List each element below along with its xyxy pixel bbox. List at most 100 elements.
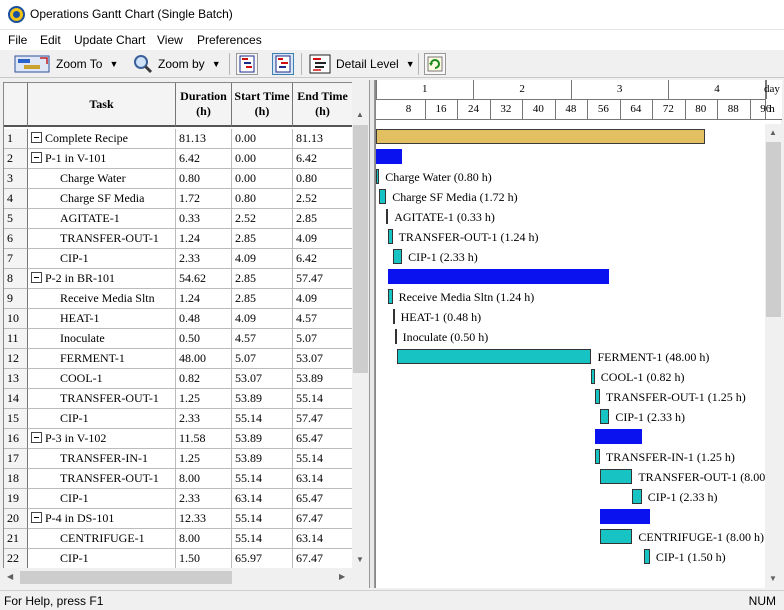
scroll-up-arrow-icon[interactable]: ▲ <box>769 128 777 137</box>
table-row[interactable]: 19 CIP-1 2.33 63.14 65.47 <box>4 489 352 509</box>
operation-bar[interactable] <box>392 249 403 264</box>
operation-bar[interactable] <box>394 329 397 344</box>
table-row[interactable]: 11 Inoculate 0.50 4.57 5.07 <box>4 329 352 349</box>
operation-bar[interactable] <box>386 209 389 224</box>
operation-bar[interactable] <box>387 289 393 304</box>
table-row[interactable]: 20 P-4 in DS-101 12.33 55.14 67.47 <box>4 509 352 529</box>
procedure-bar[interactable] <box>599 509 650 524</box>
cell-text: 54.62 <box>179 271 206 285</box>
cell-text: 65.47 <box>296 491 323 505</box>
operation-bar[interactable] <box>591 369 595 384</box>
row-number-cell: 22 <box>4 549 28 568</box>
detail-level-button[interactable]: Detail Level ▼ <box>309 53 415 75</box>
table-row[interactable]: 22 CIP-1 1.50 65.97 67.47 <box>4 549 352 568</box>
scroll-thumb[interactable] <box>353 125 368 373</box>
collapse-icon[interactable] <box>31 272 42 283</box>
table-row[interactable]: 6 TRANSFER-OUT-1 1.24 2.85 4.09 <box>4 229 352 249</box>
zoom-by-button[interactable]: Zoom by ▼ <box>133 53 221 75</box>
cell-text: 55.14 <box>296 391 323 405</box>
operation-bar[interactable] <box>594 449 600 464</box>
grid-vertical-scrollbar[interactable]: ▲ ▼ <box>352 82 369 568</box>
table-row[interactable]: 3 Charge Water 0.80 0.00 0.80 <box>4 169 352 189</box>
procedure-bar[interactable] <box>376 149 403 164</box>
operation-bar[interactable] <box>594 389 600 404</box>
operation-bar[interactable] <box>643 549 650 564</box>
dur-cell: 1.24 <box>176 229 232 249</box>
scroll-down-arrow-icon[interactable]: ▼ <box>769 574 777 583</box>
menu-view[interactable]: View <box>157 33 183 47</box>
end-cell: 2.85 <box>293 209 352 229</box>
collapse-icon[interactable] <box>31 512 42 523</box>
dur-cell: 0.80 <box>176 169 232 189</box>
procedure-bar[interactable] <box>387 269 610 284</box>
operation-bar[interactable] <box>632 489 642 504</box>
column-header-end[interactable]: End Time (h) <box>293 83 352 127</box>
scroll-left-arrow-icon[interactable]: ◀ <box>7 572 13 581</box>
table-row[interactable]: 7 CIP-1 2.33 4.09 6.42 <box>4 249 352 269</box>
operation-bar[interactable] <box>599 409 610 424</box>
start-cell: 4.09 <box>232 249 293 269</box>
table-row[interactable]: 14 TRANSFER-OUT-1 1.25 53.89 55.14 <box>4 389 352 409</box>
day-gridline <box>473 80 475 99</box>
end-cell: 53.89 <box>293 369 352 389</box>
recipe-bar[interactable] <box>376 129 706 144</box>
table-row[interactable]: 4 Charge SF Media 1.72 0.80 2.52 <box>4 189 352 209</box>
scroll-thumb[interactable] <box>20 571 232 584</box>
operation-bar[interactable] <box>396 349 592 364</box>
table-row[interactable]: 5 AGITATE-1 0.33 2.52 2.85 <box>4 209 352 229</box>
cell-text: 0.33 <box>179 211 200 225</box>
operation-bar[interactable] <box>392 309 395 324</box>
cell-text: 4.09 <box>235 251 256 265</box>
scroll-up-arrow-icon[interactable]: ▲ <box>356 110 364 119</box>
table-row[interactable]: 10 HEAT-1 0.48 4.09 4.57 <box>4 309 352 329</box>
toolbar-separator <box>229 53 230 75</box>
table-row[interactable]: 13 COOL-1 0.82 53.07 53.89 <box>4 369 352 389</box>
scroll-right-arrow-icon[interactable]: ▶ <box>339 572 345 581</box>
table-row[interactable]: 21 CENTRIFUGE-1 8.00 55.14 63.14 <box>4 529 352 549</box>
table-row[interactable]: 15 CIP-1 2.33 55.14 57.47 <box>4 409 352 429</box>
table-row[interactable]: 1 Complete Recipe 81.13 0.00 81.13 <box>4 129 352 149</box>
scroll-thumb[interactable] <box>766 142 781 317</box>
column-header-start[interactable]: Start Time (h) <box>232 83 293 127</box>
collapse-icon[interactable] <box>31 432 42 443</box>
day-label: 1 <box>421 83 428 95</box>
collapse-icon[interactable] <box>31 132 42 143</box>
gantt-vertical-scrollbar[interactable]: ▲ ▼ <box>765 124 782 588</box>
table-row[interactable]: 2 P-1 in V-101 6.42 0.00 6.42 <box>4 149 352 169</box>
collapse-icon[interactable] <box>31 152 42 163</box>
hour-tick-label: 72 <box>662 103 674 115</box>
column-header-duration[interactable]: Duration (h) <box>176 83 232 127</box>
zoom-to-button[interactable]: Zoom To ▼ <box>14 53 118 75</box>
scroll-down-arrow-icon[interactable]: ▼ <box>356 555 364 564</box>
end-cell: 4.57 <box>293 309 352 329</box>
procedure-bar[interactable] <box>594 429 642 444</box>
operation-bar[interactable] <box>387 229 393 244</box>
table-row[interactable]: 9 Receive Media Sltn 1.24 2.85 4.09 <box>4 289 352 309</box>
cell-text: 21 <box>7 531 19 545</box>
menu-preferences[interactable]: Preferences <box>197 33 262 47</box>
table-row[interactable]: 18 TRANSFER-OUT-1 8.00 55.14 63.14 <box>4 469 352 489</box>
cell-text: 81.13 <box>179 131 206 145</box>
gantt-detail-button[interactable] <box>272 53 294 75</box>
operation-bar[interactable] <box>379 189 387 204</box>
chevron-down-icon: ▼ <box>211 59 221 69</box>
refresh-button[interactable] <box>424 53 446 75</box>
menu-file[interactable]: File <box>8 33 27 47</box>
table-row[interactable]: 12 FERMENT-1 48.00 5.07 53.07 <box>4 349 352 369</box>
hour-tick-label: 24 <box>467 103 479 115</box>
operation-bar[interactable] <box>599 529 633 544</box>
table-row[interactable]: 17 TRANSFER-IN-1 1.25 53.89 55.14 <box>4 449 352 469</box>
bar-label: CIP-1 (2.33 h) <box>647 490 718 504</box>
column-header-task[interactable]: Task <box>28 83 176 127</box>
menu-update-chart[interactable]: Update Chart <box>74 33 145 47</box>
operation-bar[interactable] <box>599 469 633 484</box>
table-row[interactable]: 8 P-2 in BR-101 54.62 2.85 57.47 <box>4 269 352 289</box>
grid-horizontal-scrollbar[interactable]: ◀ ▶ <box>3 568 352 587</box>
dur-cell: 11.58 <box>176 429 232 449</box>
day-gridline <box>376 80 377 99</box>
menu-edit[interactable]: Edit <box>40 33 61 47</box>
operation-bar[interactable] <box>376 169 380 184</box>
gantt-view-button[interactable] <box>236 53 258 75</box>
bar-label: CENTRIFUGE-1 (8.00 h) <box>638 530 764 544</box>
table-row[interactable]: 16 P-3 in V-102 11.58 53.89 65.47 <box>4 429 352 449</box>
